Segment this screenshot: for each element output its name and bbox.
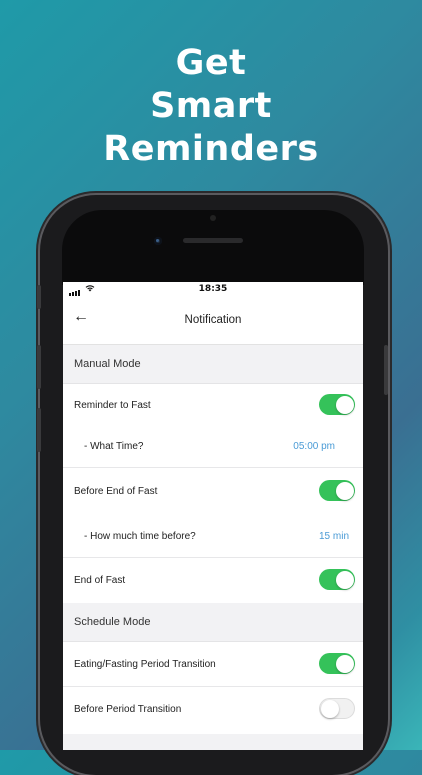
phone-mute-switch	[37, 285, 41, 309]
toggle-knob	[335, 654, 354, 673]
toggle-knob	[321, 700, 339, 718]
before-end-of-fast-toggle[interactable]	[319, 480, 355, 501]
toggle-knob	[335, 395, 354, 414]
page-title: Notification	[184, 314, 242, 326]
earpiece-speaker	[183, 238, 243, 243]
section-schedule-mode: Schedule Mode	[63, 603, 363, 642]
row-label: - How much time before?	[84, 531, 196, 542]
headline-line-3: Reminders	[103, 129, 319, 169]
front-camera-icon	[154, 237, 162, 245]
headline: Get Smart Reminders	[0, 42, 422, 171]
what-time-value[interactable]: 05:00 pm	[293, 441, 335, 452]
section-manual-mode: Manual Mode	[63, 345, 363, 384]
row-reminder-to-fast: Reminder to Fast	[63, 384, 363, 425]
headline-line-2: Smart	[150, 86, 272, 126]
toggle-knob	[335, 481, 354, 500]
end-of-fast-toggle[interactable]	[319, 569, 355, 590]
app-screen: 18:35 ← Notification Manual Mode Reminde…	[63, 282, 363, 750]
row-before-period-transition: Before Period Transition	[63, 687, 363, 732]
phone-notch-area	[62, 210, 364, 285]
row-label: Eating/Fasting Period Transition	[74, 659, 216, 670]
footer-section-background	[63, 734, 363, 750]
nav-bar: ← Notification	[63, 298, 363, 345]
status-time: 18:35	[198, 284, 228, 294]
row-how-much-time: - How much time before? 15 min	[63, 510, 363, 558]
reminder-to-fast-toggle[interactable]	[319, 394, 355, 415]
row-label: Reminder to Fast	[74, 400, 151, 411]
eating-fasting-transition-toggle[interactable]	[319, 653, 355, 674]
headline-line-1: Get	[175, 43, 247, 83]
phone-volume-down-button	[37, 408, 41, 452]
row-before-end-of-fast: Before End of Fast	[63, 468, 363, 510]
row-label: End of Fast	[74, 575, 126, 586]
row-what-time: - What Time? 05:00 pm	[63, 425, 363, 468]
row-eating-fasting-transition: Eating/Fasting Period Transition	[63, 642, 363, 687]
phone-volume-up-button	[37, 345, 41, 389]
row-end-of-fast: End of Fast	[63, 558, 363, 603]
section-label: Manual Mode	[74, 358, 141, 370]
section-label: Schedule Mode	[74, 616, 151, 628]
row-label: Before Period Transition	[74, 704, 182, 715]
row-label: Before End of Fast	[74, 486, 158, 497]
how-much-time-value[interactable]: 15 min	[319, 531, 349, 542]
toggle-knob	[335, 570, 354, 589]
before-period-transition-toggle[interactable]	[319, 698, 355, 719]
status-bar: 18:35	[63, 282, 363, 298]
phone-power-button	[384, 345, 388, 395]
phone-sensor	[210, 215, 216, 221]
row-label: - What Time?	[84, 441, 144, 452]
